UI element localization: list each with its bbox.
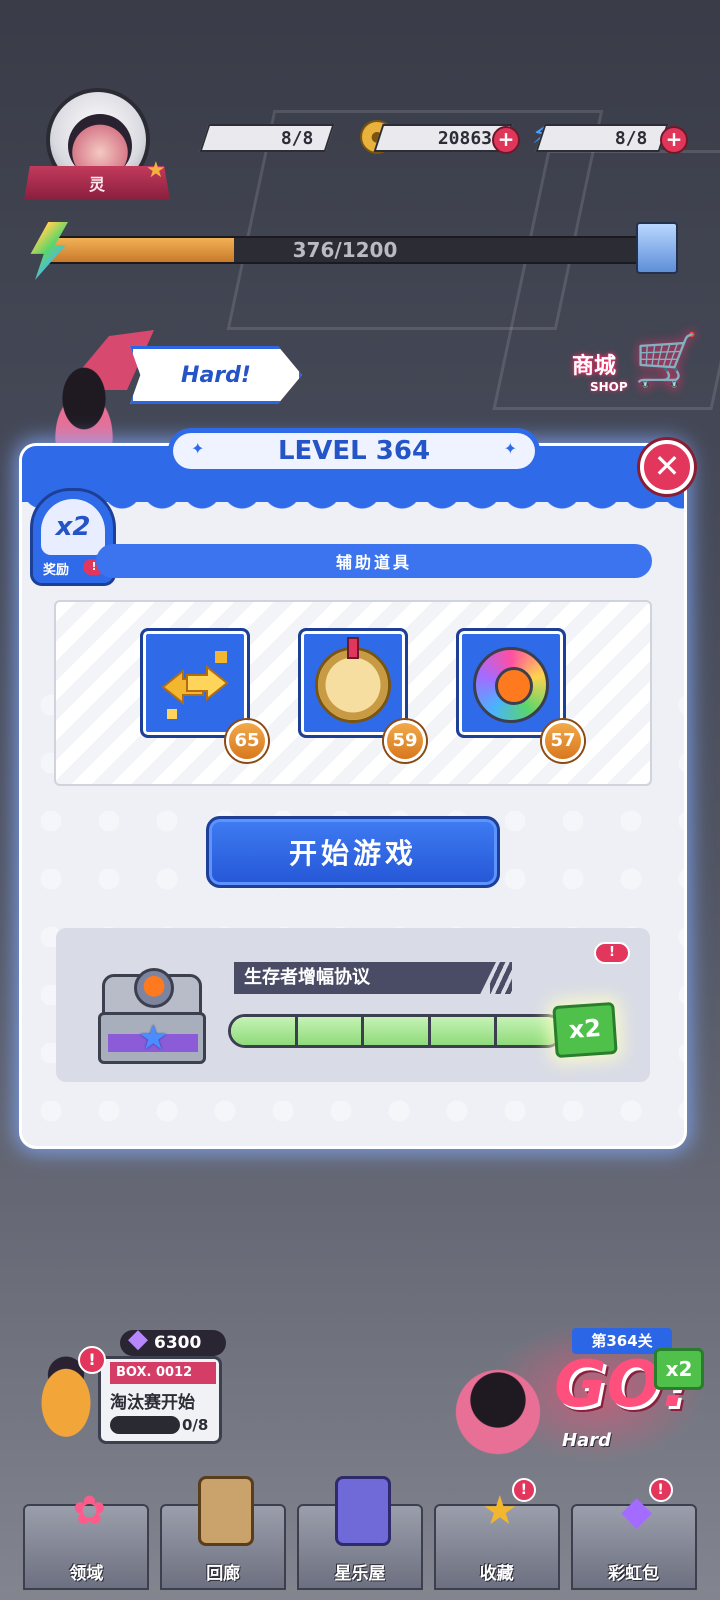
nav-item-gallery[interactable]: 回廊 bbox=[160, 1476, 287, 1590]
go-difficulty: Hard bbox=[562, 1430, 611, 1451]
nav-label: 星乐屋 bbox=[334, 1564, 386, 1584]
rank-star-icon: ★ bbox=[146, 158, 166, 183]
star-house-icon bbox=[334, 1476, 391, 1546]
go-multiplier-badge: x2 bbox=[654, 1348, 704, 1390]
xp-progress-bar: 376/1200 bbox=[46, 236, 644, 264]
item-count-badge: 59 bbox=[384, 720, 426, 762]
protocol-multiplier-card: x2 bbox=[552, 1001, 618, 1059]
booster-item-swap[interactable] bbox=[140, 628, 250, 738]
nav-item-domain[interactable]: ✿ 领域 bbox=[23, 1488, 150, 1590]
level-title-text: LEVEL 364 bbox=[277, 436, 431, 466]
progress-segment bbox=[231, 1017, 298, 1045]
reward-box-icon[interactable] bbox=[636, 222, 678, 274]
add-coins-button[interactable]: + bbox=[492, 126, 520, 154]
box-label: BOX. 0012 bbox=[110, 1362, 216, 1384]
sparkle-icon: ✦ bbox=[191, 439, 205, 458]
nav-item-rainbow-pack[interactable]: ◆ ! 彩虹包 bbox=[570, 1478, 697, 1590]
title-stripes bbox=[490, 962, 512, 994]
booster-item-helmet[interactable] bbox=[298, 628, 408, 738]
nav-label: 回廊 bbox=[206, 1564, 241, 1584]
level-title-plate: ✦ LEVEL 364 ✦ bbox=[168, 428, 540, 474]
reward-chest[interactable]: ★ bbox=[94, 948, 212, 1068]
box-title: 淘汰赛开始 bbox=[110, 1393, 195, 1413]
swap-arrows-graphic bbox=[161, 651, 229, 719]
helmet-plume bbox=[347, 637, 359, 659]
nav-label: 领域 bbox=[69, 1564, 104, 1584]
bottom-navigation: ✿ 领域 回廊 星乐屋 ★ ! 收藏 ◆ ! 彩虹包 bbox=[0, 1476, 720, 1600]
nav-item-star-house[interactable]: 星乐屋 bbox=[296, 1476, 423, 1590]
stamina-counter: 8/8 bbox=[535, 124, 669, 152]
protocol-segment-bar bbox=[228, 1014, 564, 1048]
gem-icon: ◆ bbox=[128, 1324, 148, 1354]
xp-progress-text: 376/1200 bbox=[292, 238, 398, 262]
progress-segment bbox=[297, 1017, 365, 1045]
star-icon: ★ bbox=[138, 1018, 169, 1058]
gallery-icon bbox=[198, 1476, 255, 1546]
add-stamina-button[interactable]: + bbox=[660, 126, 688, 154]
section-title: 辅助道具 bbox=[96, 544, 652, 578]
protocol-alert-badge[interactable]: ! bbox=[594, 942, 630, 964]
nav-alert-badge: ! bbox=[511, 1478, 536, 1502]
progress-segment bbox=[364, 1017, 431, 1045]
box-progress-count: 0/8 bbox=[182, 1416, 209, 1434]
protocol-title: 生存者增幅协议 bbox=[234, 962, 496, 994]
nav-alert-badge: ! bbox=[648, 1478, 673, 1502]
difficulty-tag: Hard! bbox=[130, 346, 302, 404]
box-progress-bar bbox=[110, 1416, 180, 1434]
box-alert-badge: ! bbox=[78, 1346, 106, 1374]
booster-item-orb[interactable] bbox=[456, 628, 566, 738]
progress-segment bbox=[430, 1017, 498, 1045]
orb-core bbox=[495, 667, 533, 705]
character-mascot bbox=[436, 1346, 560, 1466]
item-count-badge: 57 bbox=[542, 720, 584, 762]
box-event-widget[interactable]: 6300 ◆ BOX. 0012 淘汰赛开始 0/8 ! bbox=[12, 1324, 226, 1446]
cart-icon: 🛒 bbox=[634, 331, 699, 391]
reward-label: 奖励 bbox=[43, 563, 70, 578]
nav-item-collection[interactable]: ★ ! 收藏 bbox=[433, 1478, 560, 1590]
start-game-button[interactable]: 开始游戏 bbox=[206, 816, 500, 888]
nav-label: 彩虹包 bbox=[608, 1564, 660, 1584]
chest-gem-icon bbox=[134, 968, 174, 1008]
energy-counter: 8/8 bbox=[199, 124, 335, 152]
progress-segment bbox=[497, 1017, 561, 1045]
close-button[interactable]: ✕ bbox=[640, 440, 694, 494]
shop-subtitle: SHOP bbox=[590, 380, 628, 394]
sparkle-icon: ✦ bbox=[503, 439, 517, 458]
swap-arrows-icon bbox=[157, 647, 233, 723]
level-title: ✦ LEVEL 364 ✦ bbox=[173, 433, 535, 469]
reward-multiplier-value: x2 bbox=[41, 499, 105, 555]
shop-button[interactable]: 商城 SHOP 🛒 bbox=[572, 326, 699, 406]
shop-title: 商城 bbox=[572, 354, 617, 379]
domain-icon: ✿ bbox=[72, 1488, 107, 1534]
quick-start-widget[interactable]: 第364关 GO! Hard x2 bbox=[426, 1312, 716, 1472]
item-count-badge: 65 bbox=[226, 720, 268, 762]
nav-label: 收藏 bbox=[479, 1564, 514, 1584]
